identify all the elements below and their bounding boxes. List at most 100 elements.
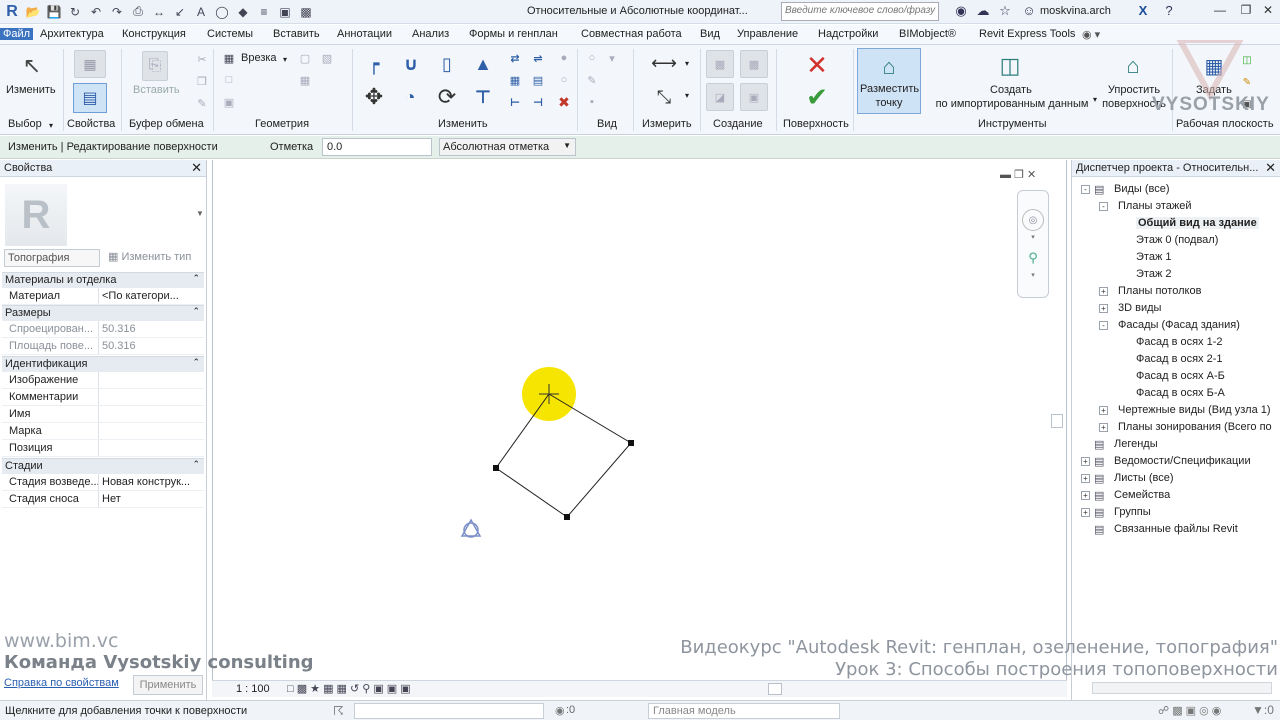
move-icon[interactable]: ✥ xyxy=(360,83,388,111)
split-element-icon[interactable]: ⇄ xyxy=(507,51,523,65)
create-assembly-icon[interactable]: ▣ xyxy=(740,83,768,111)
modify-button[interactable]: Изменить xyxy=(6,84,56,96)
expand-icon[interactable]: + xyxy=(1081,474,1090,483)
linework-icon[interactable]: ▪ xyxy=(585,95,599,109)
close-icon[interactable]: ✕ xyxy=(1258,3,1278,21)
align-icon[interactable]: ┍ xyxy=(360,50,388,78)
copy-icon[interactable]: ❐ xyxy=(194,73,210,89)
view-scale[interactable]: 1 : 100 xyxy=(236,683,270,695)
mirror-draw-icon[interactable]: ▲ xyxy=(469,50,497,78)
create-from-import-button[interactable]: по импортированным данным xyxy=(930,98,1094,110)
dimension-dropdown-icon[interactable]: ▾ xyxy=(683,89,691,101)
tree-node[interactable]: Этаж 1 xyxy=(1136,251,1171,263)
filter-icon[interactable]: ▼:0 xyxy=(1252,703,1274,717)
wall-joins-icon[interactable]: ▢ xyxy=(298,51,312,65)
expand-icon[interactable]: + xyxy=(1081,508,1090,517)
expand-icon[interactable]: + xyxy=(1081,491,1090,500)
offset-icon[interactable]: ∪ xyxy=(396,50,426,78)
place-point-button[interactable]: ⌂ Разместить точку xyxy=(857,48,921,114)
user-name[interactable]: moskvina.arch xyxy=(1040,5,1111,17)
tree-node[interactable]: Фасад в осях 2-1 xyxy=(1136,353,1223,365)
trim-extend-icon[interactable]: ⊤ xyxy=(469,83,497,111)
tree-node[interactable]: Планы зонирования (Всего по xyxy=(1118,421,1272,433)
elevation-input[interactable]: 0.0 xyxy=(322,138,432,156)
property-row[interactable]: Стадия возведе... Новая конструк... xyxy=(2,474,204,491)
tree-node[interactable]: 3D виды xyxy=(1118,302,1161,314)
tab-view[interactable]: Вид xyxy=(700,28,720,40)
tab-structure[interactable]: Конструкция xyxy=(122,28,186,40)
unpin-icon[interactable]: ○ xyxy=(556,73,572,87)
surface-point[interactable] xyxy=(628,440,634,446)
tab-massing-site[interactable]: Формы и генплан xyxy=(469,28,558,40)
tab-insert[interactable]: Вставить xyxy=(273,28,320,40)
properties-icon[interactable]: ▤ xyxy=(73,83,107,113)
drawing-area[interactable] xyxy=(212,160,1067,680)
chevron-down-icon[interactable]: ▾ xyxy=(1029,271,1037,279)
close-icon[interactable]: ✕ xyxy=(1265,160,1276,176)
binoculars-icon[interactable]: ◉ xyxy=(952,3,970,21)
select-dropdown-icon[interactable]: ▾ xyxy=(49,121,53,130)
zoom-icon[interactable]: ⚲ xyxy=(1024,249,1042,267)
match-type-icon[interactable]: ✎ xyxy=(194,95,210,111)
user-icon[interactable]: ☺ xyxy=(1020,3,1038,21)
tree-node[interactable]: Чертежные виды (Вид узла 1) xyxy=(1118,404,1271,416)
scrollbar-thumb[interactable] xyxy=(1051,414,1063,428)
sync-icon[interactable]: ↻ xyxy=(66,3,84,21)
survey-point-icon[interactable] xyxy=(460,518,482,538)
measure-distance-icon[interactable]: ⟷ xyxy=(647,53,681,73)
section-icon[interactable]: ◆ xyxy=(234,3,252,21)
property-row[interactable]: Имя xyxy=(2,406,204,423)
tab-addins[interactable]: Надстройки xyxy=(818,28,878,40)
split-face-icon[interactable]: ▣ xyxy=(222,95,236,109)
group-identity[interactable]: Идентификация ⌃ xyxy=(2,356,204,372)
property-value[interactable] xyxy=(98,389,196,405)
cursor-icon[interactable]: ↖ xyxy=(20,53,44,79)
save-icon[interactable]: 💾 xyxy=(45,3,63,21)
apply-button[interactable]: Применить xyxy=(133,675,203,695)
tree-node[interactable]: Виды (все) xyxy=(1114,183,1170,195)
tree-node[interactable]: Ведомости/Спецификации xyxy=(1114,455,1251,467)
tab-bimobject[interactable]: BIMobject® xyxy=(899,28,956,40)
hide-icon[interactable]: ○ xyxy=(585,51,599,65)
property-value[interactable] xyxy=(98,423,196,439)
edit-type-button[interactable]: ▦ Изменить тип xyxy=(108,250,191,263)
tree-node[interactable]: Планы потолков xyxy=(1118,285,1201,297)
paint-icon[interactable]: ▦ xyxy=(298,73,312,87)
chevron-down-icon[interactable]: ▾ xyxy=(1029,233,1037,241)
cope-icon[interactable]: ▦ xyxy=(222,51,236,65)
property-row[interactable]: Марка xyxy=(2,423,204,440)
type-selector-dropdown-icon[interactable]: ▼ xyxy=(196,209,204,218)
exchange-apps-icon[interactable]: X xyxy=(1134,3,1152,21)
workset-select[interactable] xyxy=(354,703,544,719)
3d-view-icon[interactable]: ◯ xyxy=(213,3,231,21)
minimize-view-icon[interactable]: ▬ xyxy=(1000,169,1011,181)
open-icon[interactable]: 📂 xyxy=(24,3,42,21)
copy-element-icon[interactable]: ◔ xyxy=(396,83,424,111)
tag-icon[interactable]: A xyxy=(192,3,210,21)
property-value[interactable]: Новая конструк... xyxy=(98,474,196,490)
tab-annotate[interactable]: Аннотации xyxy=(337,28,392,40)
worksets-icon[interactable]: ☈ xyxy=(333,704,344,718)
trim-single-icon[interactable]: ⊢ xyxy=(507,95,523,109)
properties-help-link[interactable]: Справка по свойствам xyxy=(4,677,119,689)
collapse-icon[interactable]: - xyxy=(1081,185,1090,194)
surface-point[interactable] xyxy=(493,465,499,471)
close-icon[interactable]: ✕ xyxy=(191,160,202,176)
subscription-icon[interactable]: ☁ xyxy=(974,3,992,21)
cancel-edit-icon[interactable]: ✕ xyxy=(803,50,831,80)
redo-icon[interactable]: ↷ xyxy=(108,3,126,21)
dimension-icon[interactable]: ↙ xyxy=(171,3,189,21)
tree-node[interactable]: Фасады (Фасад здания) xyxy=(1118,319,1240,331)
collapse-icon[interactable]: - xyxy=(1099,321,1108,330)
override-icon[interactable]: ✎ xyxy=(585,73,599,87)
property-value[interactable] xyxy=(98,406,196,422)
design-option-select[interactable]: Главная модель xyxy=(648,703,840,719)
vertical-scrollbar[interactable] xyxy=(1050,178,1065,678)
paste-icon[interactable]: ⎘ xyxy=(142,51,168,81)
cut-dropdown-icon[interactable]: ▾ xyxy=(283,55,287,64)
expand-icon[interactable]: + xyxy=(1081,457,1090,466)
join-icon[interactable]: □ xyxy=(222,73,236,87)
cut-geometry-button[interactable]: Врезка xyxy=(241,52,277,64)
selection-options-icons[interactable]: ☍ ▩ ▣ ◎ ◉ xyxy=(1158,704,1221,717)
close-view-icon[interactable]: ✕ xyxy=(1027,169,1036,181)
